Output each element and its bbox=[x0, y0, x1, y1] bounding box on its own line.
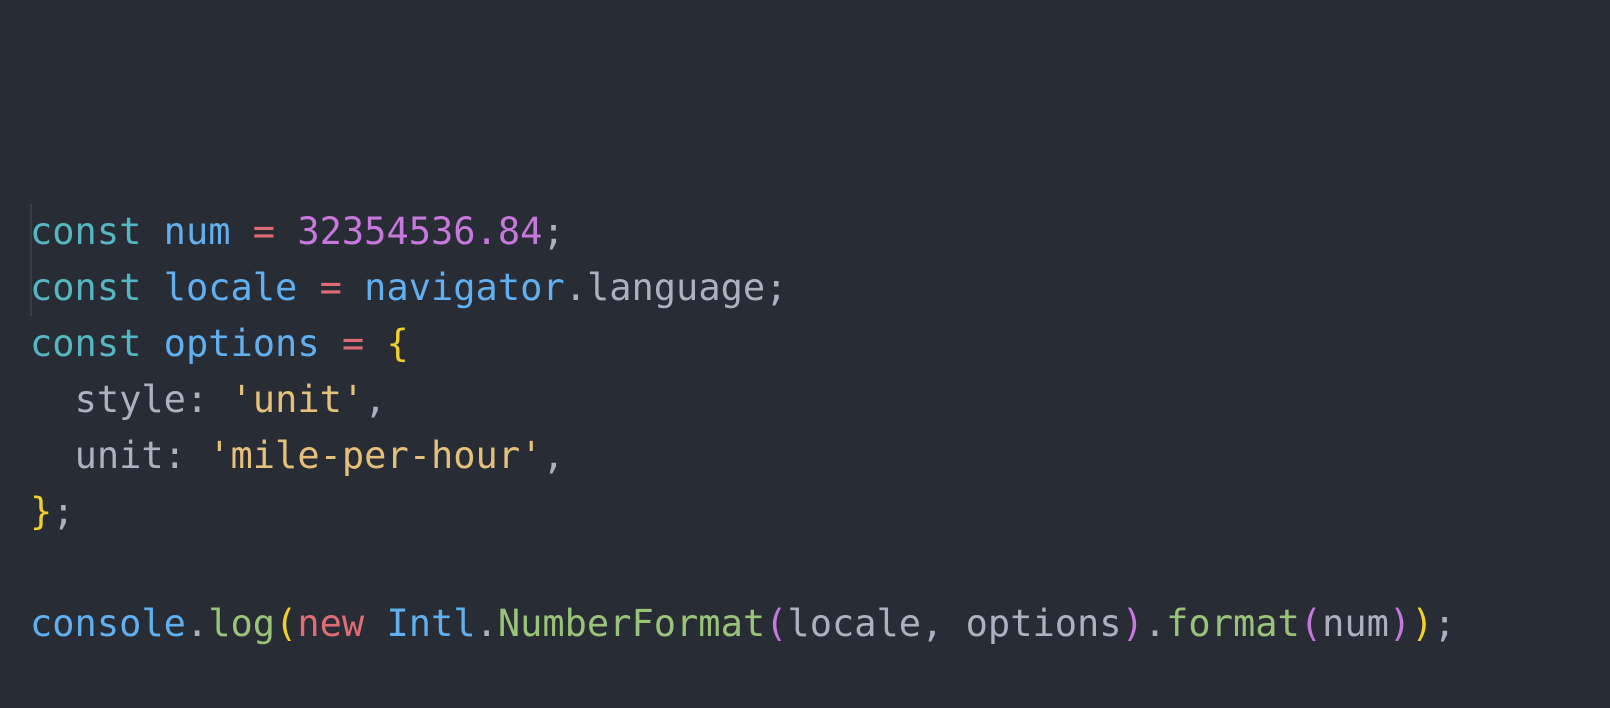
code-token: : bbox=[185, 378, 231, 421]
code-editor[interactable]: const num = 32354536.84; const locale = n… bbox=[30, 36, 1456, 708]
code-token: ) bbox=[1121, 602, 1144, 645]
code-token: language bbox=[586, 266, 766, 309]
code-lines: const num = 32354536.84; const locale = n… bbox=[30, 204, 1456, 652]
code-token: = bbox=[341, 322, 365, 365]
code-token: { bbox=[386, 322, 409, 365]
code-token: 'unit' bbox=[230, 378, 365, 421]
code-token: const bbox=[30, 266, 142, 309]
code-line: style: 'unit', bbox=[30, 372, 1456, 428]
code-token: const bbox=[30, 322, 142, 365]
code-token: locale bbox=[787, 602, 922, 645]
code-token: style bbox=[74, 378, 186, 421]
code-line: unit: 'mile-per-hour', bbox=[30, 428, 1456, 484]
code-line: const options = { bbox=[30, 316, 1456, 372]
code-line: const locale = navigator.language; bbox=[30, 260, 1456, 316]
code-token: Intl bbox=[386, 602, 476, 645]
code-token: num bbox=[163, 210, 231, 253]
code-token: ; bbox=[542, 210, 565, 253]
code-token: , bbox=[542, 434, 565, 477]
code-token: ) bbox=[1388, 602, 1412, 645]
code-token: format bbox=[1166, 602, 1300, 645]
code-token: ( bbox=[1299, 602, 1323, 645]
code-token: . bbox=[564, 266, 587, 309]
code-token: unit bbox=[74, 434, 164, 477]
code-token: ( bbox=[765, 602, 788, 645]
code-token: locale bbox=[163, 266, 298, 309]
code-line: console.log(new Intl.NumberFormat(locale… bbox=[30, 596, 1456, 652]
code-token: = bbox=[319, 266, 342, 309]
code-token: new bbox=[297, 602, 365, 645]
code-line: const num = 32354536.84; bbox=[30, 204, 1456, 260]
code-token: ; bbox=[52, 490, 75, 533]
code-token: ) bbox=[1411, 602, 1434, 645]
code-token: log bbox=[208, 602, 276, 645]
code-token: , bbox=[364, 378, 387, 421]
code-token: options bbox=[163, 322, 320, 365]
code-token: ; bbox=[765, 266, 788, 309]
code-token: , bbox=[921, 602, 966, 645]
code-token: : bbox=[163, 434, 209, 477]
code-token: NumberFormat bbox=[497, 602, 766, 645]
code-token: const bbox=[30, 210, 142, 253]
code-token: ; bbox=[1433, 602, 1456, 645]
code-token: = bbox=[252, 210, 276, 253]
code-token: options bbox=[965, 602, 1122, 645]
code-token: navigator bbox=[364, 266, 565, 309]
code-token: console bbox=[30, 602, 186, 645]
code-token: num bbox=[1322, 602, 1389, 645]
code-token: 'mile-per-hour' bbox=[208, 434, 543, 477]
code-token: . bbox=[185, 602, 209, 645]
code-token: } bbox=[30, 490, 53, 533]
code-token: ( bbox=[275, 602, 298, 645]
code-token: . bbox=[475, 602, 498, 645]
code-line: }; bbox=[30, 484, 1456, 540]
code-token: . bbox=[1143, 602, 1167, 645]
code-token: 32354536.84 bbox=[297, 210, 543, 253]
